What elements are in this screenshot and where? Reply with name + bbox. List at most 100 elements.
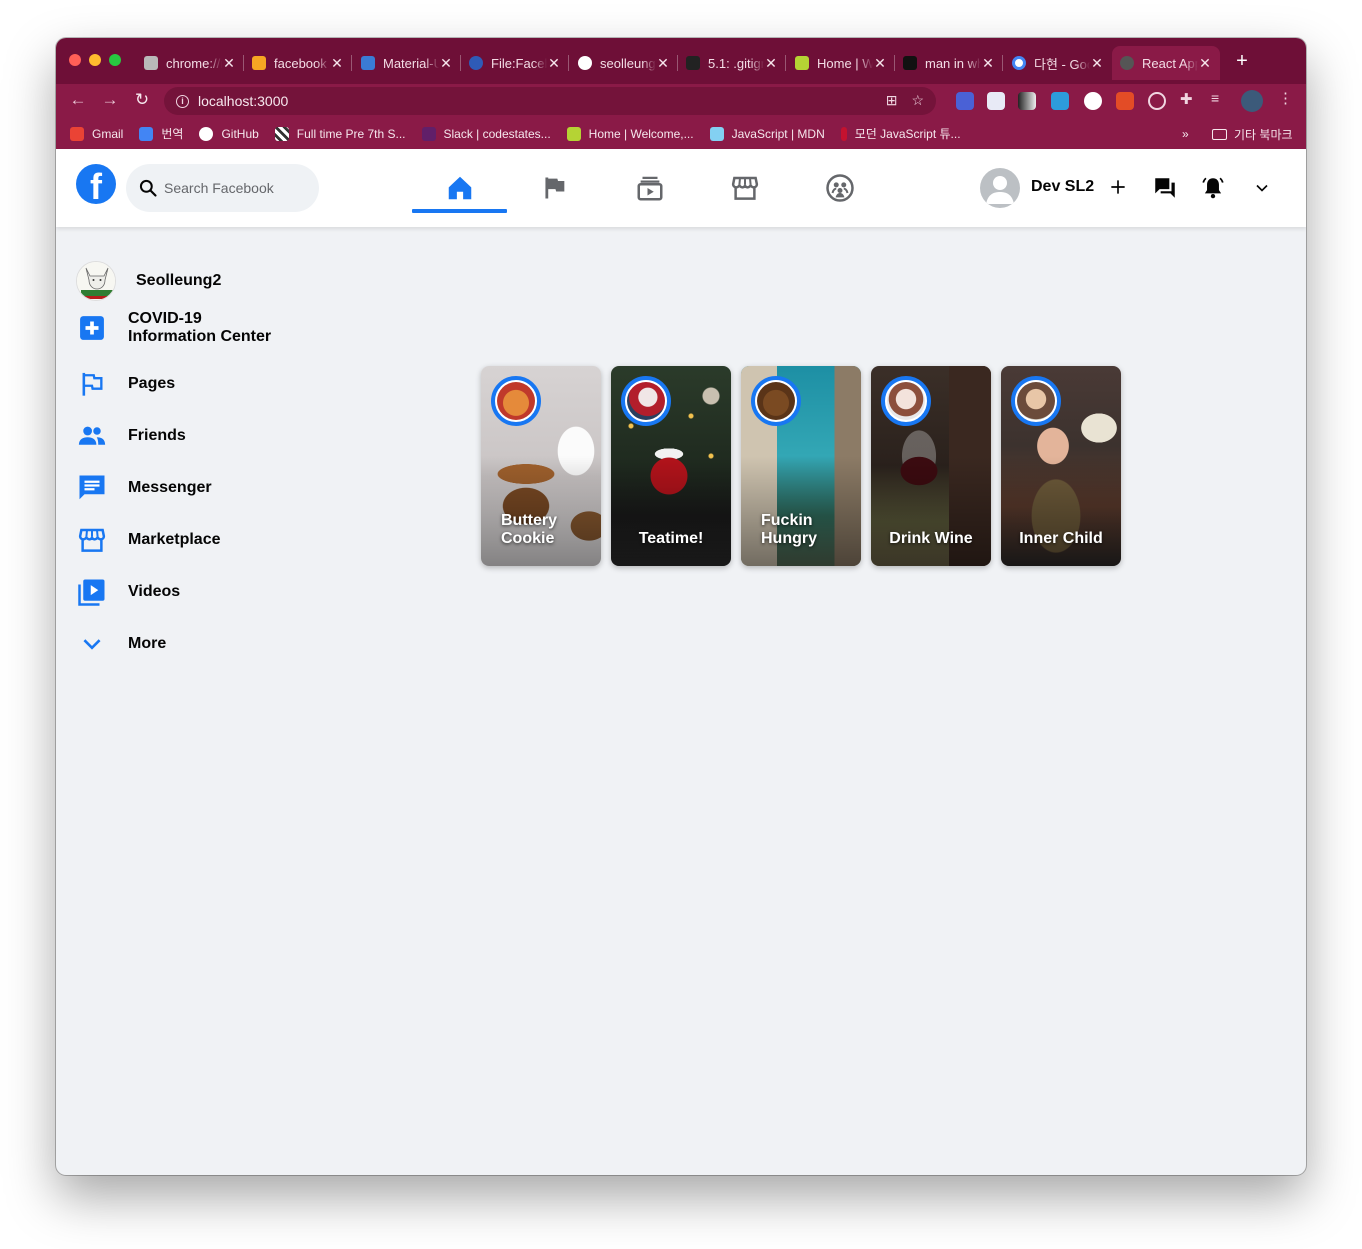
bookmark-item[interactable]: Slack | codestates... (421, 126, 551, 141)
site-info-icon[interactable]: i (176, 94, 189, 108)
browser-menu-icon[interactable]: ⋮ (1278, 89, 1296, 107)
tab-close-icon[interactable]: ✕ (330, 55, 344, 72)
story-card[interactable]: Inner Child (1001, 366, 1121, 566)
story-title: Drink Wine (889, 530, 973, 547)
tab-title: seolleung2 (600, 55, 656, 71)
people-icon (76, 420, 108, 452)
sidebar-item-pages[interactable]: Pages (76, 368, 175, 400)
sidebar-item-messenger[interactable]: Messenger (76, 472, 212, 504)
bell-icon (1202, 177, 1224, 199)
sidebar-item-label: Pages (128, 375, 176, 392)
browser-toolbar: ← → ↻ i localhost:3000 ⊞ ☆ ✚ ≡ ⋮ (56, 84, 1306, 118)
nav-marketplace[interactable] (697, 149, 792, 227)
close-window-button[interactable] (69, 54, 81, 66)
sidebar-item-friends[interactable]: Friends (76, 420, 186, 452)
home-icon (448, 176, 471, 200)
search-bar[interactable] (126, 164, 319, 212)
extension-icon[interactable] (987, 92, 1005, 110)
translate-icon (139, 126, 154, 141)
browser-tab[interactable]: 5.1: .gitignore ✕ (678, 46, 786, 80)
browser-tab[interactable]: Home | Welcome ✕ (787, 46, 895, 80)
extension-icon[interactable] (1051, 92, 1069, 110)
forward-icon[interactable]: → (100, 90, 120, 110)
address-bar[interactable]: i localhost:3000 ⊞ ☆ (164, 87, 936, 115)
tab-close-icon[interactable]: ✕ (222, 55, 236, 72)
nav-watch[interactable] (602, 149, 697, 227)
browser-tab[interactable]: facebook ✕ (244, 46, 352, 80)
tab-title: Home | Welcome (817, 55, 873, 71)
tab-close-icon[interactable]: ✕ (981, 55, 995, 72)
browser-tab[interactable]: Material-UI ✕ (353, 46, 461, 80)
bookmark-item[interactable]: Home | Welcome,... (566, 126, 694, 141)
extension-icon[interactable] (956, 92, 974, 110)
browser-tab[interactable]: File:Facebook ✕ (461, 46, 569, 80)
bookmark-label: Home | Welcome,... (588, 126, 694, 141)
nav-groups[interactable] (792, 149, 887, 227)
sidebar-item-more[interactable]: More (76, 628, 166, 660)
bookmark-item[interactable]: Full time Pre 7th S... (274, 126, 406, 141)
facebook-logo[interactable]: f (76, 164, 116, 204)
search-input[interactable] (164, 180, 304, 196)
maximize-window-button[interactable] (109, 54, 121, 66)
search-icon (139, 179, 157, 197)
tab-close-icon[interactable]: ✕ (547, 55, 561, 72)
bookmarks-overflow-button[interactable]: » (1182, 127, 1189, 141)
story-title: Fuckin Hungry (761, 512, 817, 547)
nav-home[interactable] (412, 149, 507, 227)
sidebar-item-covid[interactable]: COVID-19 Information Center (76, 310, 271, 346)
groups-icon (825, 174, 854, 202)
browser-tab-active[interactable]: React App ✕ (1112, 46, 1220, 80)
reload-icon[interactable]: ↻ (132, 90, 152, 110)
notifications-button[interactable] (1200, 175, 1226, 206)
bookmark-item[interactable]: GitHub (199, 126, 259, 141)
tab-close-icon[interactable]: ✕ (439, 55, 453, 72)
browser-tab[interactable]: man in white ✕ (895, 46, 1003, 80)
browser-tab[interactable]: 다현 - Google ✕ (1004, 46, 1112, 80)
sidebar-item-marketplace[interactable]: Marketplace (76, 524, 221, 556)
bookmark-item[interactable]: JavaScript | MDN (709, 126, 825, 141)
nav-pages[interactable] (507, 149, 602, 227)
story-card[interactable]: Fuckin Hungry (741, 366, 861, 566)
create-button[interactable] (1108, 175, 1128, 204)
extension-icon[interactable] (1018, 92, 1036, 110)
minimize-window-button[interactable] (89, 54, 101, 66)
reading-list-icon[interactable]: ≡ (1211, 90, 1229, 108)
extensions-puzzle-icon[interactable]: ✚ (1180, 90, 1198, 108)
address-url[interactable]: localhost:3000 (198, 93, 288, 109)
extension-icon[interactable] (1116, 92, 1134, 110)
messenger-button[interactable] (1152, 175, 1178, 206)
leaf-icon (566, 126, 581, 141)
slack-icon (421, 126, 436, 141)
extension-icon[interactable] (1148, 92, 1166, 110)
user-avatar[interactable] (980, 168, 1020, 208)
bookmark-label: JavaScript | MDN (731, 126, 825, 141)
browser-window: chrome://newtab ✕ facebook ✕ Material-UI… (56, 38, 1306, 1175)
bookmark-star-icon[interactable]: ☆ (911, 92, 924, 109)
sidebar-item-profile[interactable]: Seolleung2 (76, 261, 221, 301)
new-tab-button[interactable]: + (1232, 50, 1252, 73)
back-icon[interactable]: ← (68, 90, 88, 110)
story-card[interactable]: Buttery Cookie (481, 366, 601, 566)
translate-icon[interactable]: ⊞ (886, 92, 898, 109)
tab-close-icon[interactable]: ✕ (873, 55, 887, 72)
story-card[interactable]: Drink Wine (871, 366, 991, 566)
bookmark-item[interactable]: 모던 JavaScript 튜... (840, 125, 961, 142)
github-icon (199, 126, 214, 141)
cat-avatar-icon (77, 262, 115, 300)
profile-avatar[interactable] (1241, 90, 1263, 112)
tab-title: Material-UI (383, 55, 439, 71)
extension-icon[interactable] (1084, 92, 1102, 110)
story-card[interactable]: Teatime! (611, 366, 731, 566)
browser-tab[interactable]: seolleung2 ✕ (570, 46, 678, 80)
account-menu-button[interactable] (1252, 175, 1272, 206)
tab-close-icon[interactable]: ✕ (1090, 55, 1104, 72)
bookmark-item[interactable]: 번역 (139, 125, 183, 142)
tab-close-icon[interactable]: ✕ (656, 55, 670, 72)
sidebar-item-videos[interactable]: Videos (76, 576, 180, 608)
browser-tab[interactable]: chrome://newtab ✕ (136, 46, 244, 80)
user-name[interactable]: Dev SL2 (1031, 178, 1094, 196)
other-bookmarks-folder[interactable]: 기타 북마크 (1212, 126, 1293, 143)
tab-close-icon[interactable]: ✕ (764, 55, 778, 72)
tab-close-icon[interactable]: ✕ (1198, 55, 1212, 72)
bookmark-item[interactable]: Gmail (70, 126, 123, 141)
